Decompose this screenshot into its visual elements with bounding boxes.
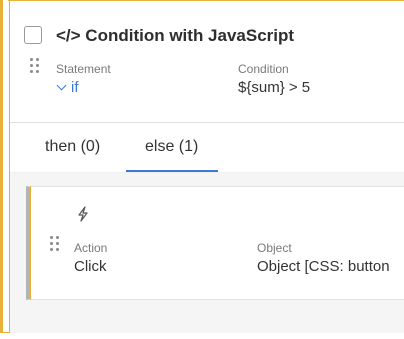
object-value[interactable]: Object [CSS: button xyxy=(257,258,390,275)
step-drag-handle-icon[interactable] xyxy=(30,58,40,74)
divider xyxy=(10,122,404,123)
tab-else[interactable]: else (1) xyxy=(145,138,198,156)
chevron-down-icon xyxy=(56,80,67,91)
condition-label: Condition xyxy=(238,62,289,76)
bolt-icon xyxy=(78,206,88,222)
card-top-border xyxy=(8,0,404,1)
action-value[interactable]: Click xyxy=(74,258,107,275)
statement-value: if xyxy=(71,79,79,96)
step-title: </> Condition with JavaScript xyxy=(56,26,295,45)
object-label: Object xyxy=(257,241,292,255)
step-select-checkbox[interactable] xyxy=(24,26,42,44)
tab-then[interactable]: then (0) xyxy=(45,138,100,156)
condition-value[interactable]: ${sum} > 5 xyxy=(238,79,310,96)
action-label: Action xyxy=(74,241,108,255)
action-drag-handle-icon[interactable] xyxy=(50,236,60,252)
action-card-gutter xyxy=(30,186,34,300)
card-gutter xyxy=(3,0,10,333)
statement-dropdown[interactable]: if xyxy=(56,79,79,96)
statement-label: Statement xyxy=(56,62,111,76)
